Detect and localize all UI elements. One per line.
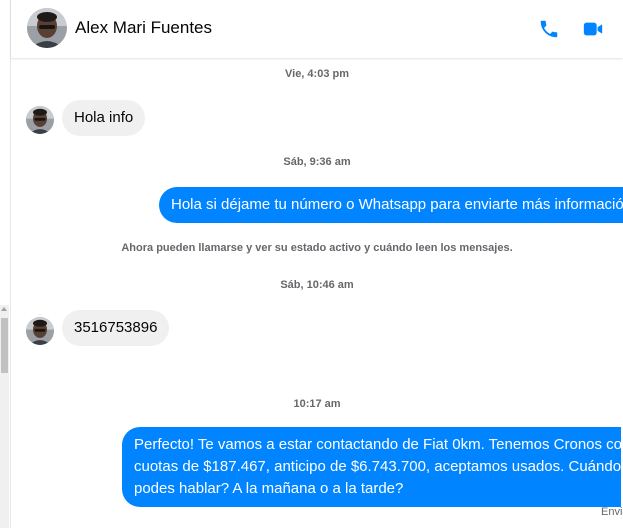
conversation-header: Alex Mari Fuentes — [11, 0, 623, 58]
timestamp: Vie, 4:03 pm — [285, 68, 349, 80]
sender-avatar[interactable] — [26, 106, 54, 134]
message-line: podes hablar? A la mañana o a la tarde? — [134, 480, 404, 497]
timestamp: 10:17 am — [293, 398, 341, 410]
delivery-status: Enviado — [601, 506, 623, 518]
timestamp: Sáb, 10:46 am — [280, 279, 354, 291]
chat-window: Alex Mari Fuentes Vie, 4:03 pm Hola info… — [0, 0, 623, 528]
video-call-button[interactable] — [580, 16, 606, 42]
incoming-message[interactable]: 3516753896 — [62, 310, 170, 346]
scrollbar-thumb[interactable] — [1, 318, 8, 373]
contact-name[interactable]: Alex Mari Fuentes — [75, 18, 212, 38]
video-camera-icon — [583, 22, 603, 36]
phone-icon — [540, 20, 558, 38]
message-line: Perfecto! Te vamos a estar contactando d… — [134, 436, 623, 453]
audio-call-button[interactable] — [536, 16, 562, 42]
system-notice: Ahora pueden llamarse y ver su estado ac… — [121, 242, 513, 254]
incoming-message[interactable]: Hola info — [62, 100, 146, 136]
outgoing-message[interactable]: Hola si déjame tu número o Whatsapp para… — [159, 187, 623, 223]
outgoing-message[interactable]: Perfecto! Te vamos a estar contactando d… — [122, 427, 623, 507]
message-line: cuotas de $187.467, anticipo de $6.743.7… — [134, 458, 622, 475]
avatar-photo-icon — [26, 106, 54, 134]
contact-avatar[interactable] — [27, 8, 67, 48]
left-pane-edge — [0, 0, 11, 528]
avatar-photo-icon — [26, 317, 54, 345]
scroll-up-arrow-icon[interactable] — [1, 307, 7, 311]
avatar-photo-icon — [27, 8, 67, 48]
timestamp: Sáb, 9:36 am — [283, 156, 351, 168]
sender-avatar[interactable] — [26, 317, 54, 345]
